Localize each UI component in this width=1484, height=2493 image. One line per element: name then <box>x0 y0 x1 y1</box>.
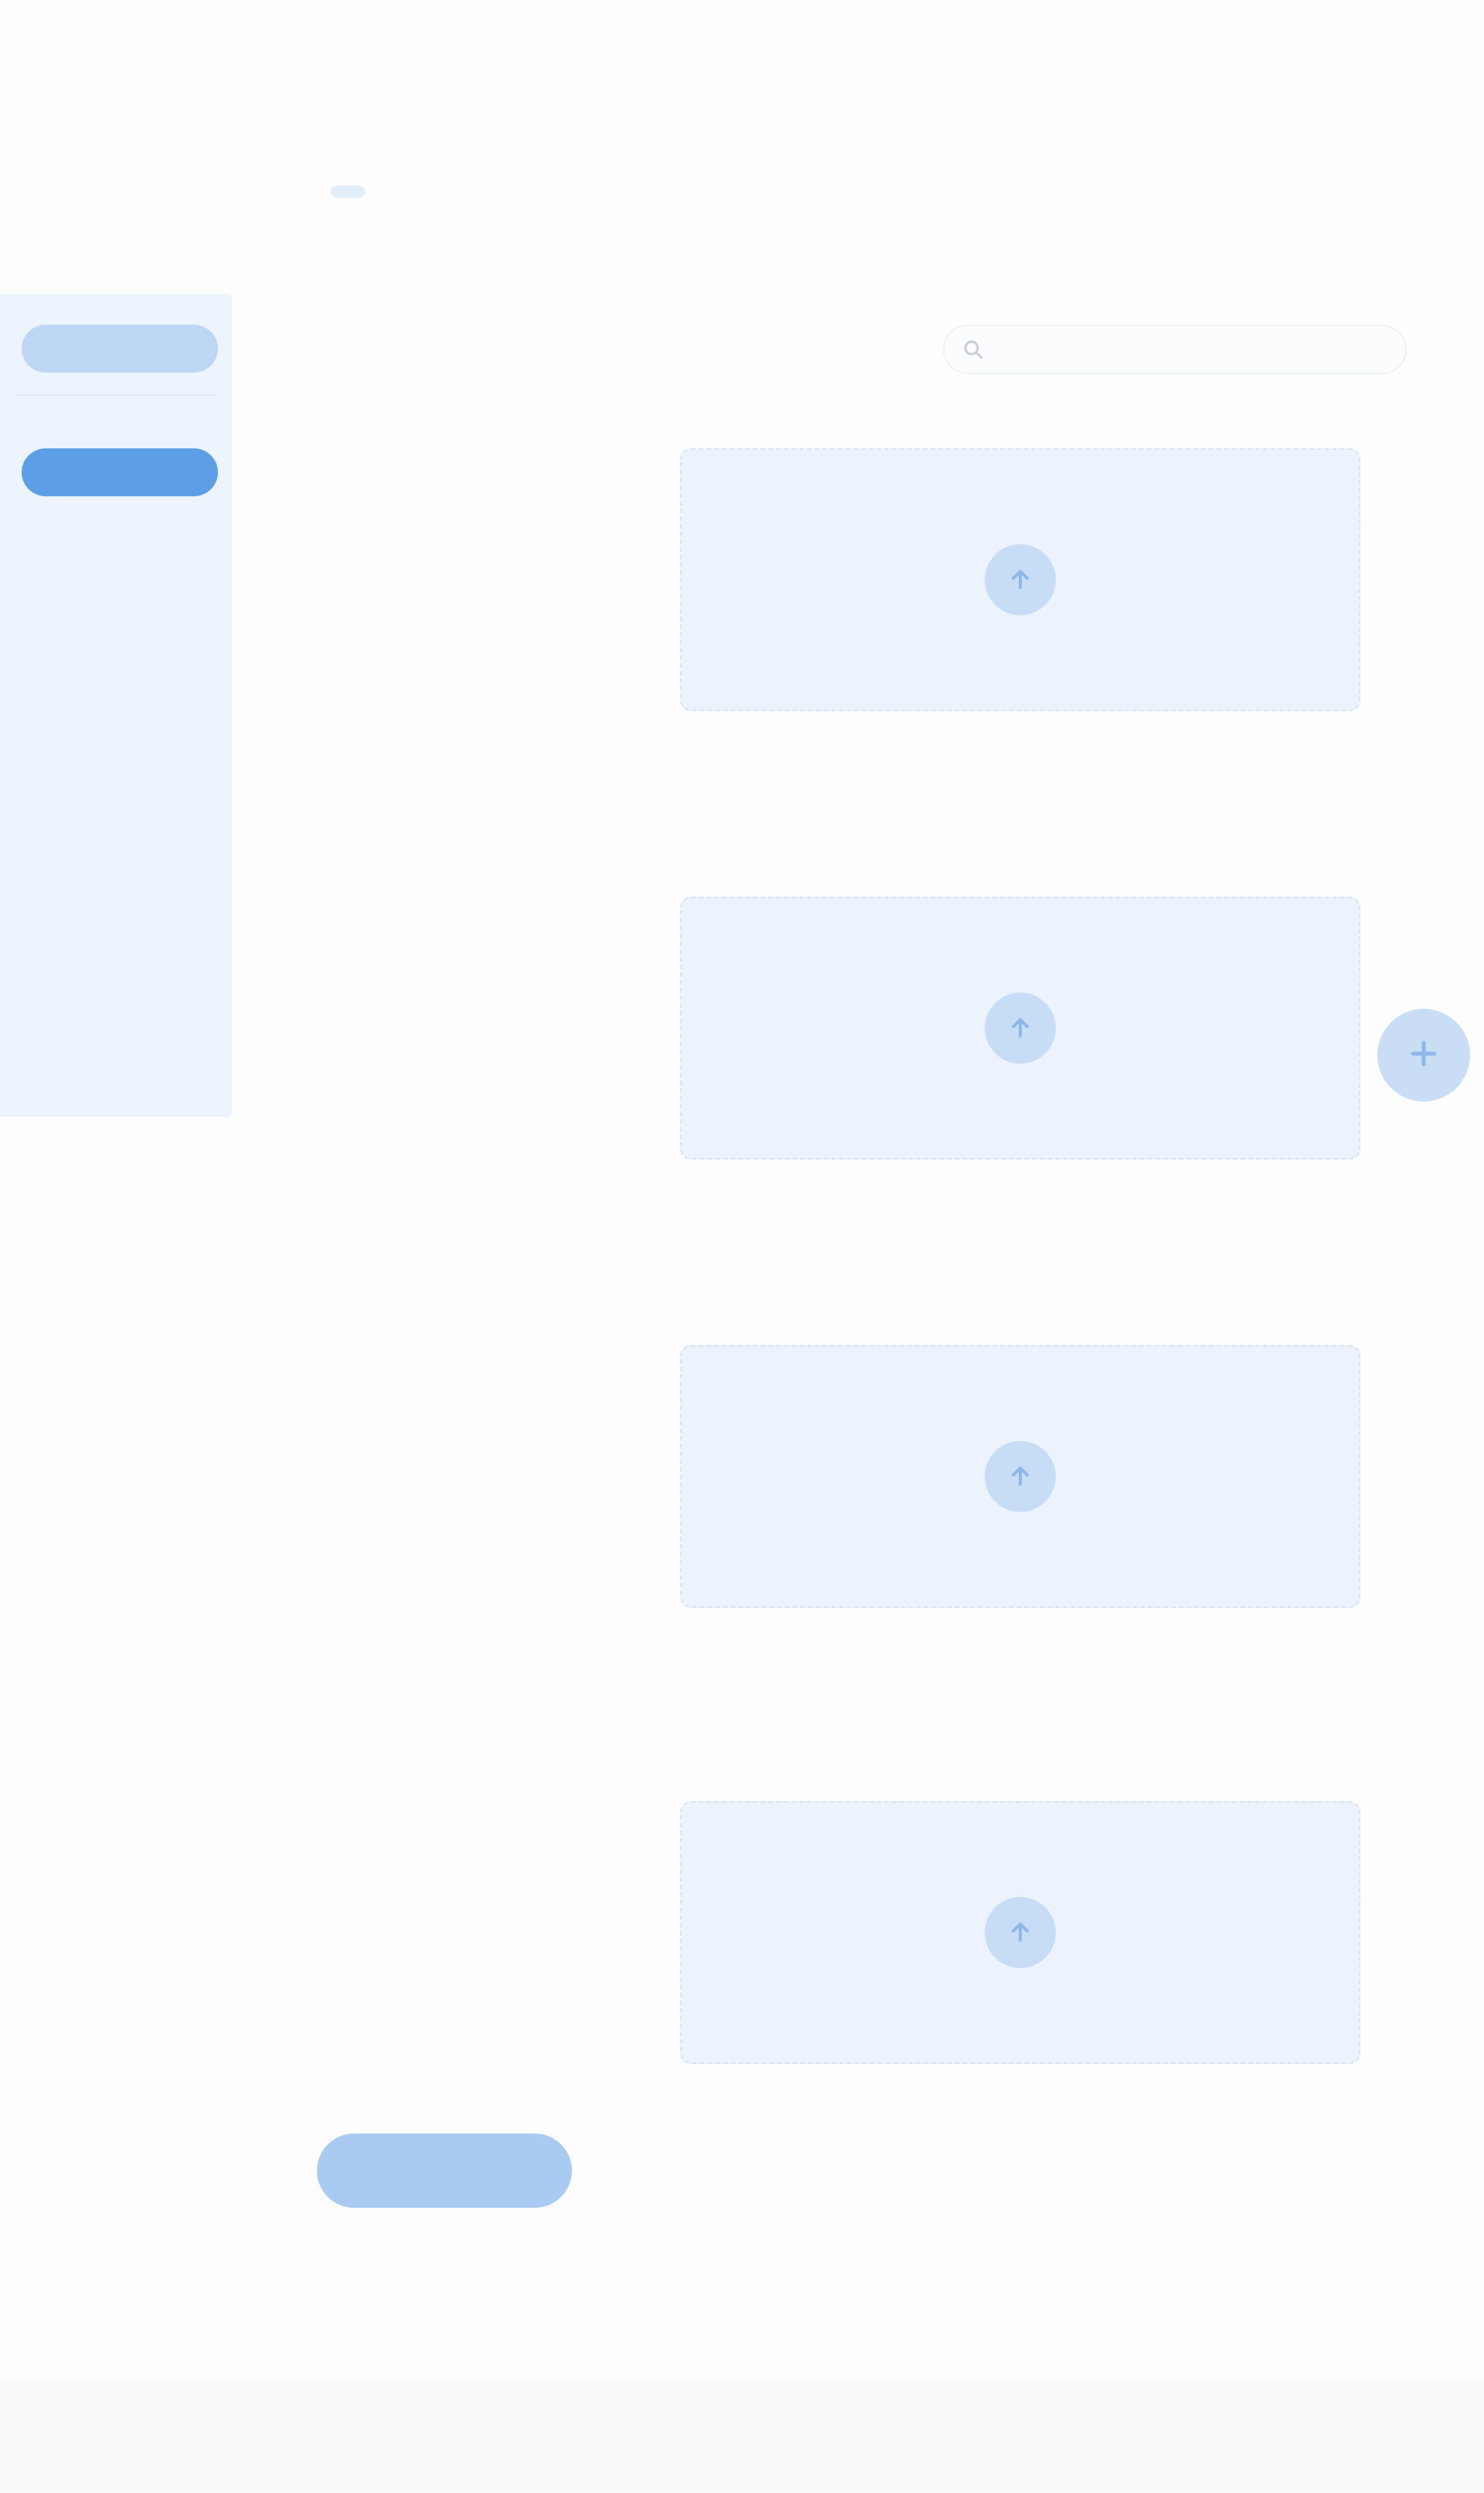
sidebar-divider <box>15 394 216 396</box>
sidebar-item[interactable] <box>23 603 209 629</box>
search-input[interactable] <box>994 338 1387 361</box>
breadcrumb-item-active[interactable] <box>331 186 365 198</box>
sidebar-item[interactable] <box>23 659 209 685</box>
breadcrumb <box>309 186 386 198</box>
upload-icon <box>985 1897 1056 1968</box>
upload-icon <box>985 1441 1056 1512</box>
sidebar-tab-active[interactable] <box>22 448 218 496</box>
floating-action-button[interactable] <box>1377 1009 1470 1102</box>
upload-drop-zone[interactable] <box>680 897 1360 1160</box>
sidebar-item[interactable] <box>23 770 209 796</box>
upload-row <box>309 448 1422 773</box>
add-icon <box>1407 1037 1441 1075</box>
upload-icon <box>985 544 1056 615</box>
search-icon <box>963 339 983 359</box>
search-box[interactable] <box>943 325 1407 374</box>
upload-row <box>309 897 1422 1221</box>
footer <box>0 2381 1484 2493</box>
upload-row-info <box>325 1848 618 1868</box>
upload-row <box>309 1801 1422 2126</box>
sidebar-item[interactable] <box>23 826 209 852</box>
upload-drop-zone[interactable] <box>680 448 1360 711</box>
upload-icon <box>985 993 1056 1064</box>
upload-row-info <box>325 1391 618 1412</box>
sidebar-item[interactable] <box>23 714 209 741</box>
sidebar-tab-primary[interactable] <box>22 325 218 373</box>
upload-row-info <box>325 943 618 963</box>
upload-drop-zone[interactable] <box>680 1801 1360 2064</box>
submit-button[interactable] <box>317 2134 572 2208</box>
upload-drop-zone[interactable] <box>680 1345 1360 1608</box>
sidebar <box>0 294 232 1117</box>
upload-row-info <box>325 495 618 515</box>
upload-row <box>309 1345 1422 1670</box>
sidebar-list <box>23 603 209 881</box>
